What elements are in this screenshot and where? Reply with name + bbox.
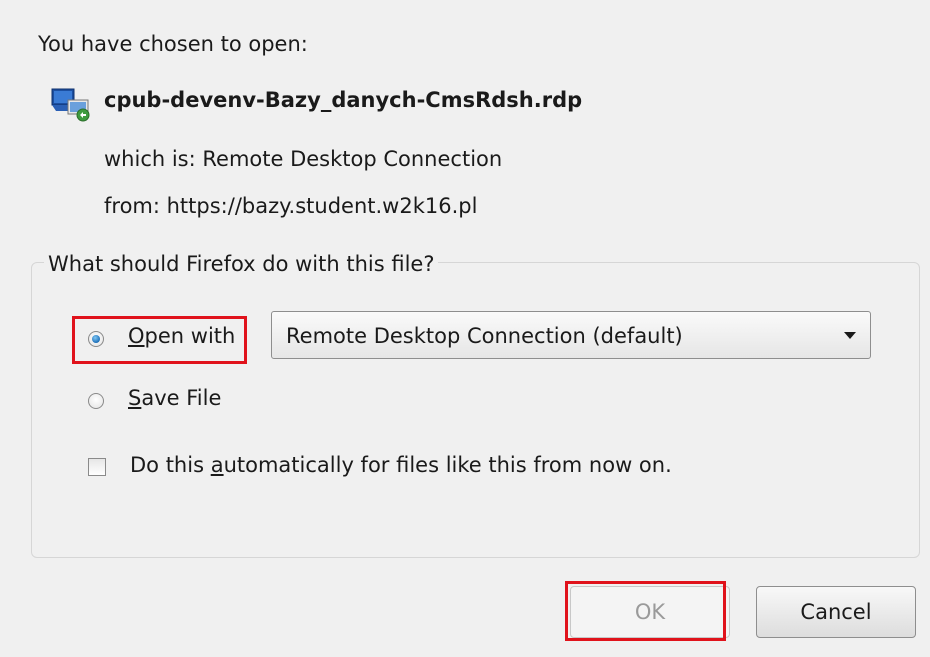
save-file-radio[interactable] bbox=[88, 393, 104, 409]
action-groupbox-legend: What should Firefox do with this file? bbox=[44, 252, 439, 276]
save-file-label[interactable]: Save File bbox=[128, 386, 221, 410]
application-select[interactable]: Remote Desktop Connection (default) bbox=[271, 311, 871, 359]
save-file-label-rest: ave File bbox=[141, 386, 222, 410]
remote-desktop-file-icon bbox=[51, 88, 90, 122]
open-with-access-key: O bbox=[128, 324, 145, 348]
save-file-access-key: S bbox=[128, 386, 142, 410]
action-groupbox bbox=[31, 262, 920, 558]
open-with-label-rest: pen with bbox=[144, 324, 236, 348]
ok-highlight bbox=[565, 581, 726, 641]
dialog-heading: You have chosen to open: bbox=[38, 32, 308, 56]
application-select-value: Remote Desktop Connection (default) bbox=[286, 324, 683, 348]
auto-action-checkbox[interactable] bbox=[88, 458, 106, 476]
open-with-label[interactable]: Open with bbox=[128, 324, 235, 348]
dropdown-arrow-icon bbox=[844, 332, 856, 339]
auto-action-label-before: Do this bbox=[130, 453, 211, 477]
auto-action-label[interactable]: Do this automatically for files like thi… bbox=[130, 453, 672, 477]
auto-action-label-after: utomatically for files like this from no… bbox=[223, 453, 672, 477]
cancel-button[interactable]: Cancel bbox=[756, 586, 916, 638]
file-name: cpub-devenv-Bazy_danych-CmsRdsh.rdp bbox=[104, 88, 583, 112]
file-type-line: which is: Remote Desktop Connection bbox=[104, 147, 503, 171]
file-source-line: from: https://bazy.student.w2k16.pl bbox=[104, 194, 478, 218]
auto-action-access-key: a bbox=[210, 453, 224, 477]
open-with-radio[interactable] bbox=[88, 331, 104, 347]
